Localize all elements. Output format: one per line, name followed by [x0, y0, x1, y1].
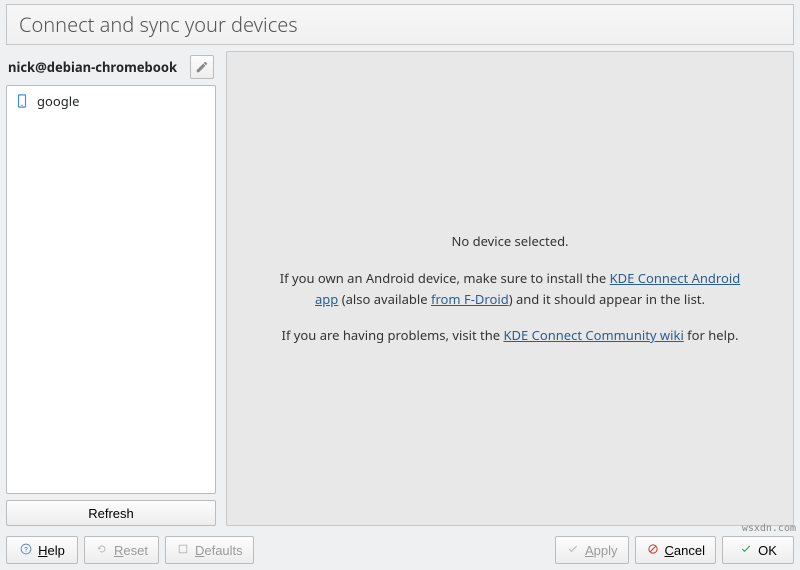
- device-name: google: [37, 92, 79, 110]
- pencil-icon: [195, 60, 209, 74]
- undo-icon: [95, 543, 109, 557]
- reset-button[interactable]: Reset: [84, 536, 159, 564]
- cancel-button[interactable]: Cancel: [635, 536, 716, 564]
- hostname-row: nick@debian-chromebook: [6, 51, 216, 85]
- fdroid-link[interactable]: from F-Droid: [431, 290, 509, 308]
- device-list[interactable]: google: [6, 85, 216, 494]
- page-title: Connect and sync your devices: [19, 11, 781, 38]
- hostname-label: nick@debian-chromebook: [8, 58, 184, 76]
- phone-icon: [15, 94, 29, 108]
- ok-icon: [739, 543, 753, 557]
- device-list-item[interactable]: google: [7, 86, 215, 116]
- check-icon: [566, 543, 580, 557]
- main-content: nick@debian-chromebook google Refresh No…: [0, 47, 800, 530]
- wiki-link[interactable]: KDE Connect Community wiki: [503, 326, 683, 344]
- svg-text:?: ?: [24, 547, 28, 554]
- left-panel: nick@debian-chromebook google Refresh: [6, 51, 216, 526]
- defaults-button[interactable]: Defaults: [165, 536, 254, 564]
- ok-button[interactable]: OK: [722, 536, 794, 564]
- detail-panel: No device selected. If you own an Androi…: [226, 51, 794, 526]
- help-icon: ?: [19, 543, 33, 557]
- help-instruction: If you are having problems, visit the KD…: [282, 325, 739, 346]
- apply-button[interactable]: Apply: [555, 536, 629, 564]
- help-button[interactable]: ? Help: [6, 536, 78, 564]
- title-bar: Connect and sync your devices: [6, 4, 794, 45]
- spacer: [260, 536, 549, 564]
- defaults-icon: [176, 543, 190, 557]
- button-bar: ? Help Reset Defaults Apply Cancel OK: [0, 530, 800, 570]
- no-device-text: No device selected.: [451, 231, 568, 252]
- cancel-icon: [646, 543, 660, 557]
- watermark: wsxdn.com: [742, 523, 796, 534]
- refresh-button[interactable]: Refresh: [6, 500, 216, 526]
- install-instruction: If you own an Android device, make sure …: [267, 268, 753, 310]
- edit-hostname-button[interactable]: [190, 55, 214, 79]
